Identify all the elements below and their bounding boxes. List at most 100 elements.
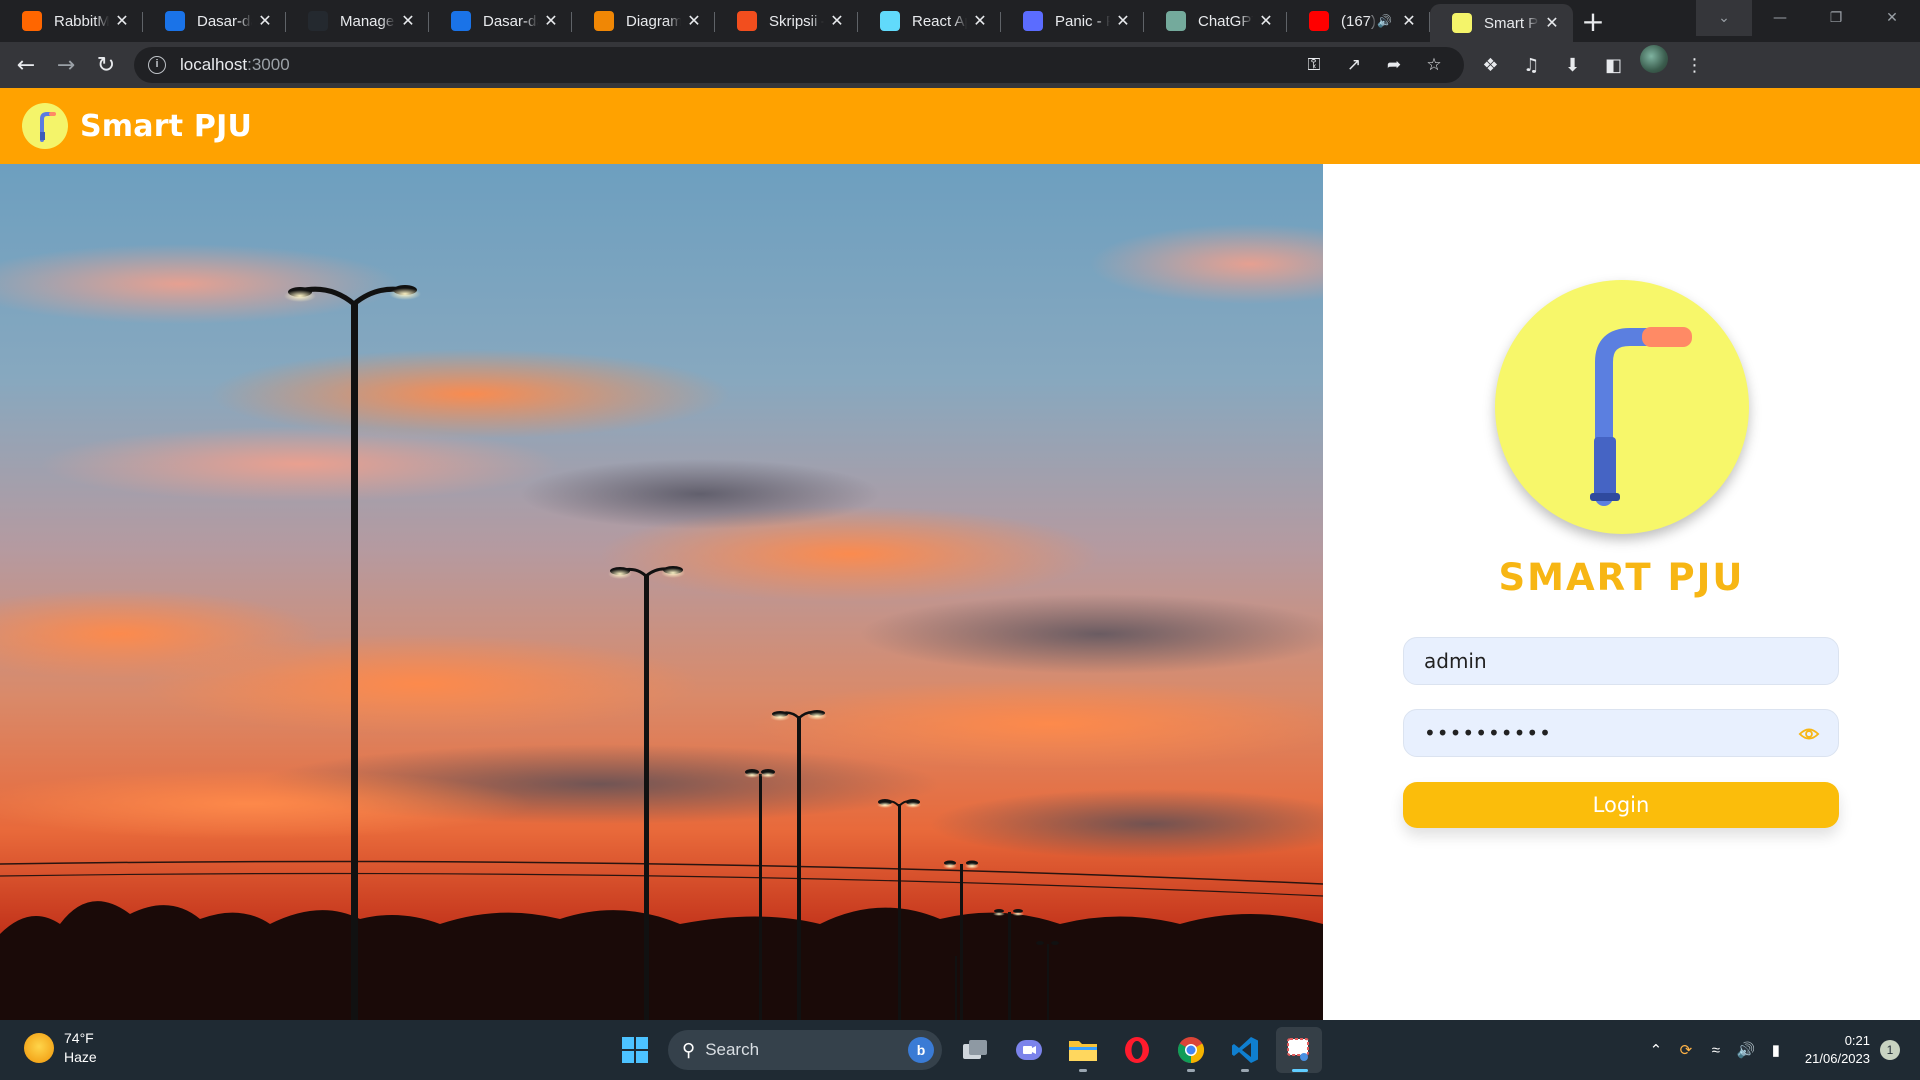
browser-toolbar: ← → ↻ i localhost:3000 ⚿ ↗ ➦ ☆ ❖ ♫ ⬇ ◧ ⋮ <box>0 42 1920 88</box>
browser-tab[interactable]: Skripsii – ✕ <box>715 0 858 42</box>
username-input[interactable]: admin <box>1403 637 1839 685</box>
browser-tab[interactable]: (167) 🔊 ✕ <box>1287 0 1430 42</box>
brand-title: SMART PJU <box>1498 556 1745 599</box>
browser-tab[interactable]: Panic - Pr✕ <box>1001 0 1144 42</box>
sunset-street-lamps-image <box>0 164 1323 1020</box>
weather-widget[interactable]: 74°F Haze <box>24 1030 97 1065</box>
tab-title: ChatGPT <box>1198 12 1253 30</box>
tab-close-icon[interactable]: ✕ <box>542 12 560 30</box>
weather-description: Haze <box>64 1049 97 1065</box>
extensions-puzzle-icon[interactable]: ❖ <box>1470 45 1511 85</box>
tab-search-button[interactable]: ⌄ <box>1696 0 1752 36</box>
browser-tab-strip: RabbitMQ✕Dasar-dasar✕Manage access✕Dasar… <box>0 0 1920 42</box>
tab-title: Skripsii – <box>769 12 824 30</box>
volume-icon[interactable]: 🔊 <box>1731 1041 1761 1059</box>
search-icon: ⚲ <box>682 1039 696 1060</box>
street-lamp-logo-large-icon <box>1495 280 1749 534</box>
browser-tab[interactable]: React App✕ <box>858 0 1001 42</box>
browser-tab[interactable]: RabbitMQ✕ <box>0 0 143 42</box>
app-title: Smart PJU <box>80 108 253 144</box>
browser-tab[interactable]: Manage access✕ <box>286 0 429 42</box>
teams-chat-icon[interactable] <box>1006 1027 1052 1073</box>
open-in-app-icon[interactable]: ↗ <box>1334 47 1374 83</box>
tab-audio-icon[interactable]: 🔊 <box>1377 14 1392 28</box>
snipping-tool-icon[interactable] <box>1276 1027 1322 1073</box>
url-port: :3000 <box>247 55 290 74</box>
hero-image <box>0 164 1323 1020</box>
tab-title: Dasar-dasar <box>197 12 252 30</box>
bookmark-star-icon[interactable]: ☆ <box>1414 47 1454 83</box>
street-lamp-logo-icon[interactable] <box>22 103 68 149</box>
reload-button[interactable]: ↻ <box>86 45 126 85</box>
browser-menu-icon[interactable]: ⋮ <box>1674 45 1715 85</box>
rabbitmq-icon <box>22 11 42 31</box>
password-input[interactable]: •••••••••• <box>1403 709 1839 757</box>
file-explorer-icon[interactable] <box>1060 1027 1106 1073</box>
show-password-eye-icon[interactable] <box>1798 723 1820 745</box>
browser-tab[interactable]: Dasar-dasar✕ <box>143 0 286 42</box>
browser-tab[interactable]: Smart PJU✕ <box>1430 4 1573 42</box>
close-window-button[interactable]: ✕ <box>1864 0 1920 36</box>
tab-close-icon[interactable]: ✕ <box>256 12 274 30</box>
new-tab-button[interactable]: + <box>1573 0 1613 42</box>
tab-title: Smart PJU <box>1484 14 1539 32</box>
chatgpt-icon <box>1166 11 1186 31</box>
media-control-icon[interactable]: ♫ <box>1511 45 1552 85</box>
forward-button[interactable]: → <box>46 45 86 85</box>
diagram-icon <box>594 11 614 31</box>
clock-time: 0:21 <box>1844 1033 1870 1048</box>
windows-start-icon[interactable] <box>612 1027 658 1073</box>
browser-tab[interactable]: Dasar-dasar✕ <box>429 0 572 42</box>
tab-title: Diagram <box>626 12 681 30</box>
taskbar-search[interactable]: ⚲ Search b <box>668 1030 942 1070</box>
react-icon <box>880 11 900 31</box>
wifi-icon[interactable]: ≈ <box>1701 1042 1731 1059</box>
figma-icon <box>737 11 757 31</box>
sync-update-icon[interactable]: ⟳ <box>1671 1041 1701 1059</box>
url-host: localhost <box>180 55 248 74</box>
share-icon[interactable]: ➦ <box>1374 47 1414 83</box>
back-button[interactable]: ← <box>6 45 46 85</box>
profile-avatar[interactable] <box>1640 45 1668 73</box>
password-key-icon[interactable]: ⚿ <box>1294 47 1334 83</box>
windows-taskbar: 74°F Haze ⚲ Search b ⌃ ⟳ ≈ 🔊 ▮ 0:21 21/0… <box>0 1020 1920 1080</box>
battery-icon[interactable]: ▮ <box>1761 1041 1791 1059</box>
tab-close-icon[interactable]: ✕ <box>1400 12 1418 30</box>
browser-tab[interactable]: ChatGPT✕ <box>1144 0 1287 42</box>
vscode-icon[interactable] <box>1222 1027 1268 1073</box>
tab-close-icon[interactable]: ✕ <box>685 12 703 30</box>
site-info-icon[interactable]: i <box>148 56 166 74</box>
panic-icon <box>1023 11 1043 31</box>
tab-close-icon[interactable]: ✕ <box>1114 12 1132 30</box>
tab-close-icon[interactable]: ✕ <box>113 12 131 30</box>
clock-date: 21/06/2023 <box>1804 1051 1870 1066</box>
haze-weather-icon <box>24 1032 54 1063</box>
show-hidden-icons-chevron-icon[interactable]: ⌃ <box>1641 1041 1671 1059</box>
github-icon <box>308 11 328 31</box>
tab-close-icon[interactable]: ✕ <box>1257 12 1275 30</box>
tab-close-icon[interactable]: ✕ <box>1543 14 1561 32</box>
search-placeholder: Search <box>705 1040 760 1059</box>
tab-close-icon[interactable]: ✕ <box>971 12 989 30</box>
chrome-browser-icon[interactable] <box>1168 1027 1214 1073</box>
minimize-button[interactable]: — <box>1752 0 1808 36</box>
opera-browser-icon[interactable] <box>1114 1027 1160 1073</box>
window-controls: ⌄ — ❐ ✕ <box>1696 0 1920 36</box>
system-tray: ⌃ ⟳ ≈ 🔊 ▮ 0:21 21/06/2023 1 <box>1641 1020 1900 1080</box>
bing-icon[interactable]: b <box>908 1037 934 1063</box>
login-panel: SMART PJU admin •••••••••• Login <box>1323 164 1920 1020</box>
side-panel-icon[interactable]: ◧ <box>1593 45 1634 85</box>
address-bar[interactable]: i localhost:3000 ⚿ ↗ ➦ ☆ <box>134 47 1464 83</box>
login-button[interactable]: Login <box>1403 782 1839 828</box>
browser-tab[interactable]: Diagram ✕ <box>572 0 715 42</box>
task-view-icon[interactable] <box>952 1027 998 1073</box>
smart-pju-icon <box>1452 13 1472 33</box>
restore-button[interactable]: ❐ <box>1808 0 1864 36</box>
tab-close-icon[interactable]: ✕ <box>399 12 417 30</box>
tab-title: Manage access <box>340 12 395 30</box>
tab-close-icon[interactable]: ✕ <box>828 12 846 30</box>
notification-badge[interactable]: 1 <box>1880 1040 1900 1060</box>
downloads-icon[interactable]: ⬇ <box>1552 45 1593 85</box>
username-value: admin <box>1424 649 1487 673</box>
taskbar-clock[interactable]: 0:21 21/06/2023 <box>1805 1032 1870 1068</box>
